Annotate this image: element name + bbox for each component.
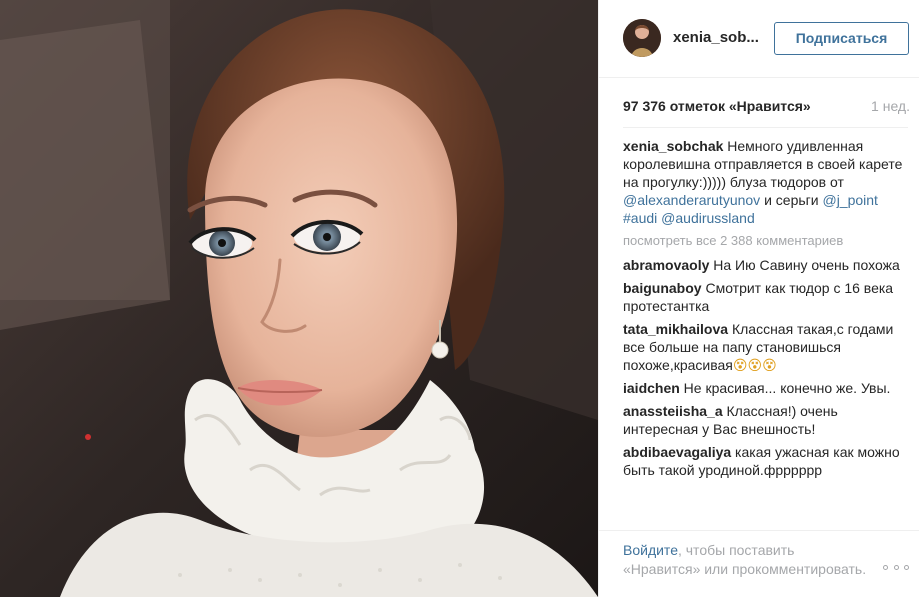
comment-username[interactable]: abramovaoly [623, 257, 709, 273]
dot-icon [893, 564, 899, 570]
mention-link[interactable]: @j_point [822, 192, 877, 208]
login-link[interactable]: Войдите [623, 542, 678, 558]
comment-text: На Ию Савину очень похожа [709, 257, 900, 273]
post-time[interactable]: 1 нед. [871, 98, 910, 114]
comment-username[interactable]: tata_mikhailova [623, 321, 728, 337]
dizzy-face-emoji-icon: 😵😵😵 [732, 357, 777, 373]
view-all-comments-link[interactable]: посмотреть все 2 388 комментариев [623, 232, 908, 250]
comment-username[interactable]: baigunaboy [623, 280, 702, 296]
comment-text: Не красивая... конечно же. Увы. [679, 380, 891, 396]
list-item: abdibaevagaliya какая ужасная как можно … [623, 443, 908, 479]
avatar-icon [623, 19, 661, 57]
mention-link[interactable]: @alexanderarutyunov [623, 192, 760, 208]
dot-icon [904, 564, 909, 570]
hashtag-link[interactable]: #audi [623, 210, 657, 226]
list-item: iaidchen Не красивая... конечно же. Увы. [623, 379, 908, 397]
post-details-panel: xenia_sob... Подписаться 97 376 отметок … [598, 0, 919, 597]
comment-username[interactable]: anassteiisha_a [623, 403, 723, 419]
post-photo[interactable] [0, 0, 598, 597]
comments-list: xenia_sobchak Немного удивленная королев… [623, 127, 908, 530]
list-item: tata_mikhailova Классная такая,с годами … [623, 320, 908, 374]
more-options-icon[interactable] [883, 562, 909, 572]
post-footer: Войдите, чтобы поставить «Нравится» или … [599, 530, 919, 597]
avatar[interactable] [623, 19, 661, 57]
caption: xenia_sobchak Немного удивленная королев… [623, 137, 908, 227]
likes-row: 97 376 отметок «Нравится» 1 нед. [623, 98, 910, 116]
caption-username[interactable]: xenia_sobchak [623, 138, 723, 154]
dot-icon [883, 564, 888, 570]
likes-count[interactable]: 97 376 отметок «Нравится» [623, 98, 811, 114]
login-prompt: Войдите, чтобы поставить «Нравится» или … [623, 541, 873, 579]
header-username[interactable]: xenia_sob... [673, 29, 759, 46]
post-header: xenia_sob... Подписаться [599, 0, 919, 78]
comment-username[interactable]: iaidchen [623, 380, 680, 396]
list-item: baigunaboy Смотрит как тюдор с 16 века п… [623, 279, 908, 315]
mention-link[interactable]: @audirussland [661, 210, 755, 226]
list-item: anassteiisha_a Классная!) очень интересн… [623, 402, 908, 438]
caption-text: и серьги [760, 192, 823, 208]
follow-button[interactable]: Подписаться [774, 22, 909, 55]
comment-username[interactable]: abdibaevagaliya [623, 444, 731, 460]
portrait-photo-icon [0, 0, 598, 597]
list-item: abramovaoly На Ию Савину очень похожа [623, 256, 908, 274]
